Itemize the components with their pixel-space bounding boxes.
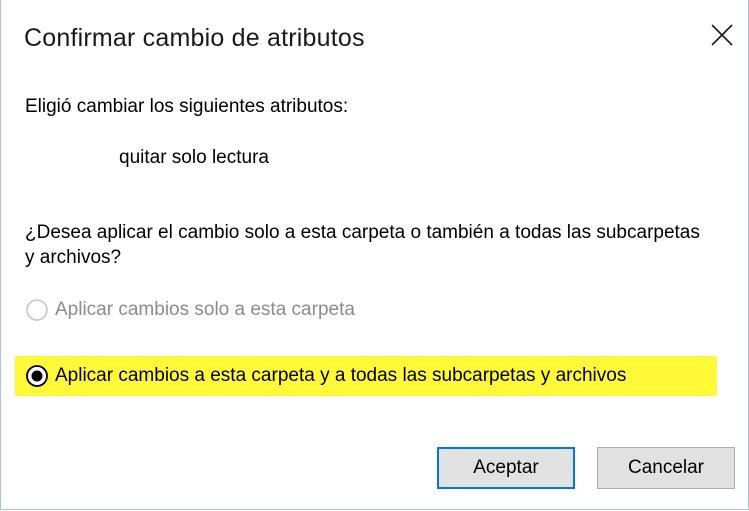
radio-selected-icon[interactable] xyxy=(25,364,49,388)
accept-button[interactable]: Aceptar xyxy=(437,447,575,489)
close-button[interactable] xyxy=(700,16,744,60)
radio-unselected-icon[interactable] xyxy=(25,298,49,322)
intro-text: Eligió cambiar los siguientes atributos: xyxy=(25,96,349,117)
close-icon xyxy=(711,24,733,46)
question-text: ¿Desea aplicar el cambio solo a esta car… xyxy=(25,222,700,268)
dialog-title: Confirmar cambio de atributos xyxy=(24,24,365,52)
option-this-folder-only-label: Aplicar cambios solo a esta carpeta xyxy=(55,299,355,320)
option-folder-and-subfolders[interactable]: Aplicar cambios a esta carpeta y a todas… xyxy=(25,361,626,391)
option-this-folder-only[interactable]: Aplicar cambios solo a esta carpeta xyxy=(25,295,355,325)
cancel-button[interactable]: Cancelar xyxy=(597,447,735,489)
title-bar: Confirmar cambio de atributos xyxy=(1,0,748,76)
dialog-content: Eligió cambiar los siguientes atributos:… xyxy=(1,76,748,509)
attribute-text: quitar solo lectura xyxy=(119,147,269,168)
option-folder-and-subfolders-label: Aplicar cambios a esta carpeta y a todas… xyxy=(55,365,627,386)
confirm-attributes-dialog: Confirmar cambio de atributos Eligió cam… xyxy=(0,0,749,510)
